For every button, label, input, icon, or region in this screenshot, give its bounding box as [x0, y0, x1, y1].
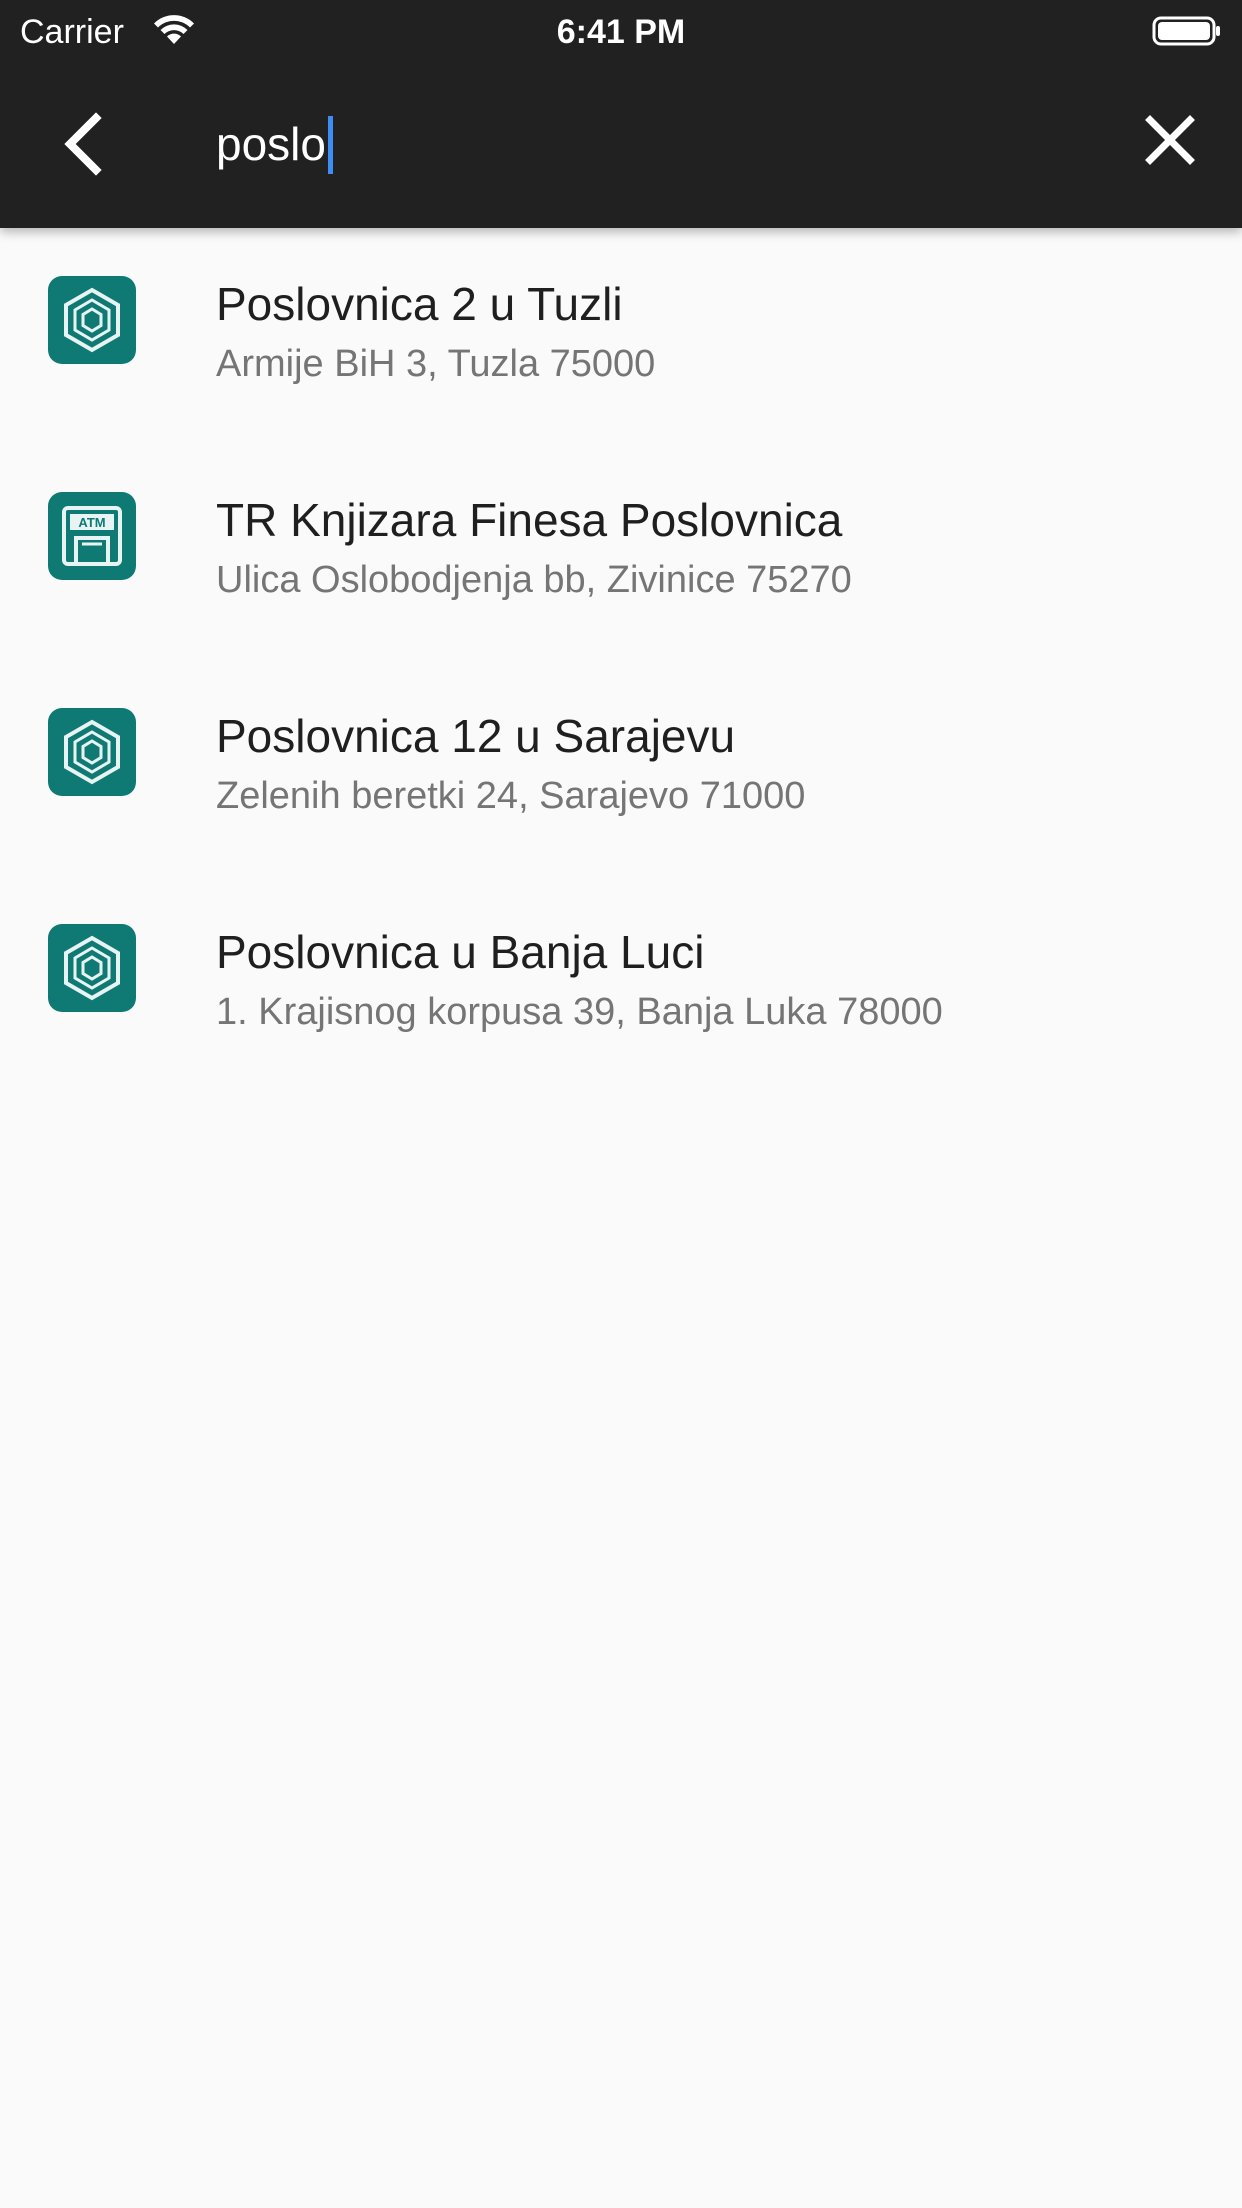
branch-icon — [48, 924, 136, 1012]
close-icon — [1145, 115, 1195, 165]
app-bar: Carrier 6:41 PM poslo — [0, 0, 1242, 228]
result-address: 1. Krajisnog korpusa 39, Banja Luka 7800… — [216, 991, 943, 1033]
svg-text:ATM: ATM — [78, 515, 105, 530]
result-title: Poslovnica 12 u Sarajevu — [216, 710, 736, 762]
result-address: Zelenih beretki 24, Sarajevo 71000 — [216, 775, 806, 817]
results-list: Poslovnica 2 u Tuzli Armije BiH 3, Tuzla… — [0, 228, 1242, 1092]
chevron-left-icon — [64, 112, 102, 176]
branch-icon — [48, 276, 136, 364]
branch-icon — [48, 708, 136, 796]
status-bar: Carrier 6:41 PM — [0, 0, 1242, 64]
result-title: TR Knjizara Finesa Poslovnica — [216, 494, 843, 546]
text-caret — [327, 116, 333, 174]
search-input[interactable]: poslo — [216, 110, 1116, 178]
result-title: Poslovnica 2 u Tuzli — [216, 278, 623, 330]
battery-icon — [1152, 16, 1220, 46]
result-address: Ulica Oslobodjenja bb, Zivinice 75270 — [216, 559, 852, 601]
atm-icon: ATM — [48, 492, 136, 580]
clear-search-button[interactable] — [1142, 112, 1198, 168]
back-button[interactable] — [52, 110, 120, 178]
result-address: Armije BiH 3, Tuzla 75000 — [216, 343, 656, 385]
list-item[interactable]: Poslovnica u Banja Luci 1. Krajisnog kor… — [0, 876, 1242, 1092]
list-item[interactable]: Poslovnica 2 u Tuzli Armije BiH 3, Tuzla… — [0, 228, 1242, 444]
list-item[interactable]: ATM TR Knjizara Finesa Poslovnica Ulica … — [0, 444, 1242, 660]
result-title: Poslovnica u Banja Luci — [216, 926, 705, 978]
status-time: 6:41 PM — [556, 13, 686, 51]
search-query[interactable]: poslo — [216, 110, 326, 178]
list-item[interactable]: Poslovnica 12 u Sarajevu Zelenih beretki… — [0, 660, 1242, 876]
